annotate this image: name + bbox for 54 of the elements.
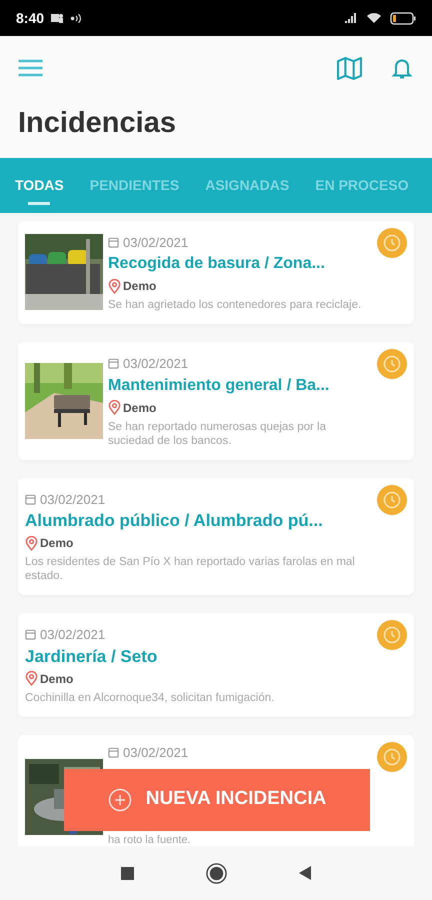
date-text: 03/02/2021 [40,490,106,508]
location-pin-icon [25,536,38,550]
app-notification-icon [50,12,64,24]
plus-circle-icon [108,788,132,812]
description-text: Se han agrietado los contenedores para reciclaje. [108,298,362,312]
page-title: Incidencias [18,106,177,141]
calendar-icon [25,494,36,505]
location-pin-icon [108,400,121,415]
incident-title: Mantenimiento general / Ba... [108,376,330,396]
description-text: ha roto la fuente. [108,834,192,846]
clock-icon [377,484,407,514]
description-text: Los residentes de San Pío X han reportado varias farolas en mal estado. [25,555,356,583]
date-text: 03/02/2021 [123,234,188,252]
incident-title: Recogida de basura / Zona... [108,254,326,274]
location-text: Demo [123,278,156,295]
location-text: Demo [40,670,74,688]
date-text: 03/02/2021 [40,626,106,644]
clock-icon [377,742,407,772]
clock-icon [377,228,407,258]
incident-card[interactable]: 03/02/2021 Mantenimiento general / Ba... Demo Se han reportado numerosas quejas por la suciedad de los bancos. [18,342,414,460]
location-text: Demo [123,400,156,416]
location-pin-icon [25,671,38,686]
calendar-icon [25,629,36,640]
home-icon[interactable] [206,862,227,884]
filter-tab[interactable]: TODAS [15,158,64,212]
battery-icon [390,12,416,24]
clock-icon [377,349,407,379]
location-text: Demo [40,535,74,552]
date-text: 03/02/2021 [123,744,188,762]
map-icon[interactable] [337,56,362,80]
filter-tab[interactable]: PENDIENTES [90,158,180,212]
calendar-icon [108,236,119,248]
tab-indicator [28,202,50,204]
status-time: 8:40 [16,8,44,28]
wifi-icon [366,12,382,24]
calendar-icon [108,358,119,370]
incident-title: Alumbrado público / Alumbrado pú... [25,510,324,532]
date-text: 03/02/2021 [123,355,188,373]
description-text: Se han reportado numerosas quejas por la suciedad de los bancos. [108,420,328,448]
incident-card[interactable]: 03/02/2021 Jardinería / Seto Demo Cochinilla en Alcornoque34, solicitan fumigación. [18,613,414,716]
calendar-icon [108,746,119,758]
recents-icon[interactable] [121,866,134,880]
incident-title: Jardinería / Seto [25,646,158,668]
incident-card[interactable]: 03/02/2021 Alumbrado público / Alumbrado pú... Demo Los residentes de San Pío X han reportado varias farolas en mal estado. [18,478,414,595]
location-pin-icon [108,278,121,294]
new-incident-button[interactable]: NUEVA INCIDENCIA [64,768,370,830]
volume-icon [70,12,82,24]
incident-card[interactable]: 03/02/2021 Recogida de basura / Zona... Demo Se han agrietado los contenedores para reciclaje. [18,220,414,324]
description-text: Cochinilla en Alcornoque34, solicitan fumigación. [25,690,274,704]
signal-icon [344,12,358,24]
filter-tab[interactable]: ASIGNADAS [205,158,290,212]
filter-tab[interactable]: EN PROCESO [315,158,409,212]
back-icon[interactable] [299,866,311,880]
clock-icon [377,620,407,650]
